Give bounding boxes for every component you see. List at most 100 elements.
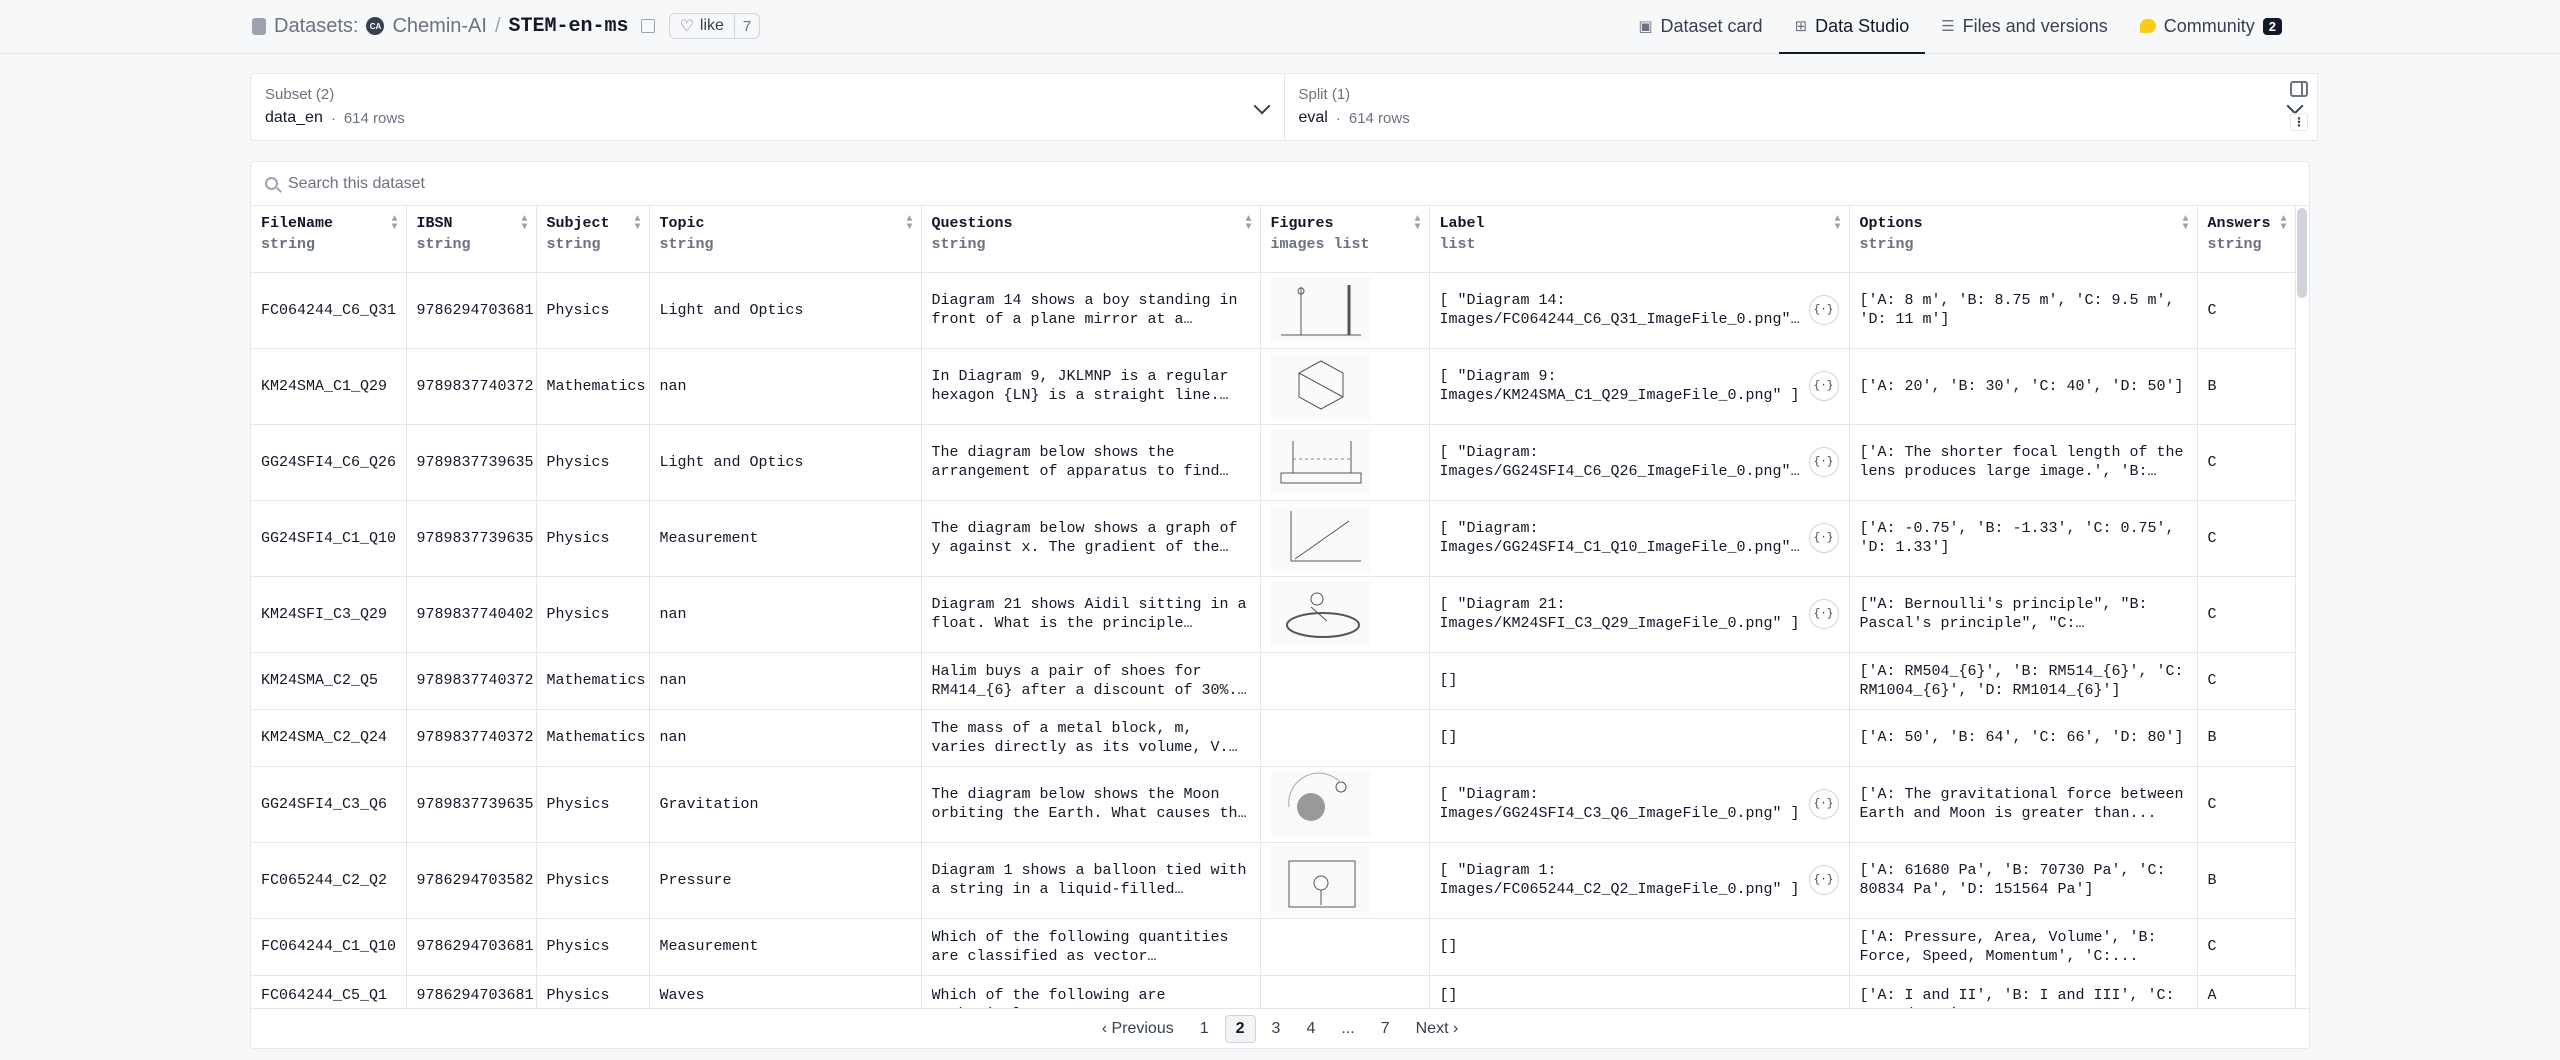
cell-label[interactable]: [ "Diagram 9: Images/KM24SMA_C1_Q29_Imag…: [1429, 348, 1850, 425]
vertical-scrollbar[interactable]: [2297, 208, 2307, 298]
cell-figures[interactable]: [1260, 918, 1430, 976]
cell-answers[interactable]: C: [2197, 500, 2296, 577]
sort-icon[interactable]: ▲ ▼: [634, 215, 640, 233]
side-panel-toggle-icon[interactable]: [2290, 81, 2308, 97]
cell-ibsn[interactable]: 9786294703681: [406, 918, 537, 976]
figure-thumbnail[interactable]: [1270, 353, 1371, 419]
cell-label[interactable]: [ "Diagram 1: Images/FC065244_C2_Q2_Imag…: [1429, 842, 1850, 919]
cell-topic[interactable]: Measurement: [649, 500, 922, 577]
cell-answers[interactable]: C: [2197, 576, 2296, 653]
cell-filename[interactable]: KM24SFI_C3_Q29: [251, 576, 407, 653]
json-view-icon[interactable]: {·}: [1808, 789, 1839, 819]
column-header-label[interactable]: Label list ▲ ▼: [1429, 206, 1850, 273]
datasets-label[interactable]: Datasets:: [274, 15, 358, 38]
cell-subject[interactable]: Physics: [536, 842, 650, 919]
column-header-answers[interactable]: Answers string ▲ ▼: [2197, 206, 2296, 273]
cell-label[interactable]: []: [1429, 918, 1850, 976]
tab-data-studio[interactable]: ⊞ Data Studio: [1778, 0, 1926, 54]
cell-subject[interactable]: Physics: [536, 272, 650, 349]
cell-options[interactable]: ['A: 8 m', 'B: 8.75 m', 'C: 9.5 m', 'D: …: [1849, 272, 2198, 349]
cell-options[interactable]: ['A: 20', 'B: 30', 'C: 40', 'D: 50']: [1849, 348, 2198, 425]
cell-subject[interactable]: Mathematics: [536, 348, 650, 425]
cell-filename[interactable]: FC064244_C6_Q31: [251, 272, 407, 349]
sort-icon[interactable]: ▲ ▼: [391, 215, 397, 233]
cell-subject[interactable]: Physics: [536, 424, 650, 501]
page-button-4[interactable]: 4: [1296, 1016, 1325, 1042]
cell-figures[interactable]: [1260, 842, 1430, 919]
sort-icon[interactable]: ▲ ▼: [1414, 215, 1420, 233]
tab-files-and-versions[interactable]: ☰ Files and versions: [1925, 0, 2124, 54]
cell-answers[interactable]: C: [2197, 272, 2296, 349]
table-row[interactable]: KM24SMA_C2_Q24 9789837740372 Mathematics na…: [251, 709, 2296, 767]
cell-options[interactable]: ["A: Bernoulli's principle", "B: Pascal'…: [1849, 576, 2198, 653]
cell-answers[interactable]: B: [2197, 709, 2296, 767]
cell-answers[interactable]: B: [2197, 842, 2296, 919]
cell-label[interactable]: [ "Diagram 14: Images/FC064244_C6_Q31_Im…: [1429, 272, 1850, 349]
cell-label[interactable]: []: [1429, 652, 1850, 710]
like-button[interactable]: ♡ like: [670, 14, 734, 38]
cell-answers[interactable]: C: [2197, 652, 2296, 710]
figure-thumbnail[interactable]: [1270, 847, 1371, 913]
cell-filename[interactable]: KM24SMA_C2_Q5: [251, 652, 407, 710]
json-view-icon[interactable]: {·}: [1808, 447, 1839, 477]
sort-icon[interactable]: ▲ ▼: [2280, 215, 2286, 233]
column-header-filename[interactable]: FileName string ▲ ▼: [251, 206, 407, 273]
column-header-figures[interactable]: Figures images list ▲ ▼: [1260, 206, 1430, 273]
table-row[interactable]: KM24SFI_C3_Q29 9789837740402 Physics nan Dia…: [251, 576, 2296, 653]
json-view-icon[interactable]: {·}: [1808, 865, 1839, 895]
cell-topic[interactable]: nan: [649, 576, 922, 653]
cell-topic[interactable]: Measurement: [649, 918, 922, 976]
json-view-icon[interactable]: {·}: [1808, 523, 1839, 553]
cell-subject[interactable]: Mathematics: [536, 652, 650, 710]
cell-subject[interactable]: Mathematics: [536, 709, 650, 767]
column-header-topic[interactable]: Topic string ▲ ▼: [649, 206, 922, 273]
cell-answers[interactable]: C: [2197, 424, 2296, 501]
cell-subject[interactable]: Physics: [536, 500, 650, 577]
page-button-3[interactable]: 3: [1262, 1016, 1291, 1042]
cell-questions[interactable]: Diagram 21 shows Aidil sitting in a floa…: [921, 576, 1261, 653]
cell-questions[interactable]: Which of the following quantities are cl…: [921, 918, 1261, 976]
like-count[interactable]: 7: [733, 14, 759, 38]
table-row[interactable]: FC065244_C2_Q2 9786294703582 Physics Pressu…: [251, 842, 2296, 919]
repo-link[interactable]: STEM-en-ms: [509, 15, 629, 38]
sort-icon[interactable]: ▲ ▼: [1834, 215, 1840, 233]
cell-options[interactable]: ['A: 61680 Pa', 'B: 70730 Pa', 'C: 80834…: [1849, 842, 2198, 919]
org-link[interactable]: Chemin-AI: [392, 15, 486, 38]
sort-icon[interactable]: ▲ ▼: [521, 215, 527, 233]
search-input[interactable]: [288, 174, 888, 193]
cell-questions[interactable]: Halim buys a pair of shoes for RM414_{6}…: [921, 652, 1261, 710]
figure-thumbnail[interactable]: [1270, 581, 1371, 647]
cell-subject[interactable]: Physics: [536, 766, 650, 843]
cell-questions[interactable]: The diagram below shows the arrangement …: [921, 424, 1261, 501]
cell-label[interactable]: [ "Diagram: Images/GG24SFI4_C1_Q10_Image…: [1429, 500, 1850, 577]
cell-options[interactable]: ['A: The shorter focal length of the len…: [1849, 424, 2198, 501]
cell-topic[interactable]: Pressure: [649, 842, 922, 919]
column-header-subject[interactable]: Subject string ▲ ▼: [536, 206, 650, 273]
cell-subject[interactable]: Physics: [536, 918, 650, 976]
cell-figures[interactable]: [1260, 652, 1430, 710]
cell-filename[interactable]: KM24SMA_C2_Q24: [251, 709, 407, 767]
cell-options[interactable]: ['A: -0.75', 'B: -1.33', 'C: 0.75', 'D: …: [1849, 500, 2198, 577]
cell-topic[interactable]: Light and Optics: [649, 424, 922, 501]
cell-label[interactable]: [ "Diagram: Images/GG24SFI4_C3_Q6_ImageF…: [1429, 766, 1850, 843]
column-header-ibsn[interactable]: IBSN string ▲ ▼: [406, 206, 537, 273]
page-button-1[interactable]: 1: [1190, 1016, 1219, 1042]
cell-options[interactable]: ['A: RM504_{6}', 'B: RM514_{6}', 'C: RM1…: [1849, 652, 2198, 710]
cell-topic[interactable]: Light and Optics: [649, 272, 922, 349]
cell-ibsn[interactable]: 9789837739635: [406, 424, 537, 501]
cell-filename[interactable]: GG24SFI4_C6_Q26: [251, 424, 407, 501]
cell-filename[interactable]: GG24SFI4_C1_Q10: [251, 500, 407, 577]
previous-page-button[interactable]: ‹ Previous: [1092, 1016, 1184, 1042]
table-row[interactable]: FC064244_C6_Q31 9786294703681 Physics Light…: [251, 272, 2296, 349]
sort-icon[interactable]: ▲ ▼: [2182, 215, 2188, 233]
cell-figures[interactable]: [1260, 766, 1430, 843]
table-row[interactable]: GG24SFI4_C6_Q26 9789837739635 Physics Light…: [251, 424, 2296, 501]
cell-ibsn[interactable]: 9789837740372: [406, 652, 537, 710]
cell-filename[interactable]: FC065244_C2_Q2: [251, 842, 407, 919]
cell-topic[interactable]: nan: [649, 348, 922, 425]
cell-label[interactable]: [ "Diagram: Images/GG24SFI4_C6_Q26_Image…: [1429, 424, 1850, 501]
cell-figures[interactable]: [1260, 576, 1430, 653]
cell-figures[interactable]: [1260, 348, 1430, 425]
table-row[interactable]: GG24SFI4_C1_Q10 9789837739635 Physics Measu…: [251, 500, 2296, 577]
table-row[interactable]: KM24SMA_C1_Q29 9789837740372 Mathematics na…: [251, 348, 2296, 425]
